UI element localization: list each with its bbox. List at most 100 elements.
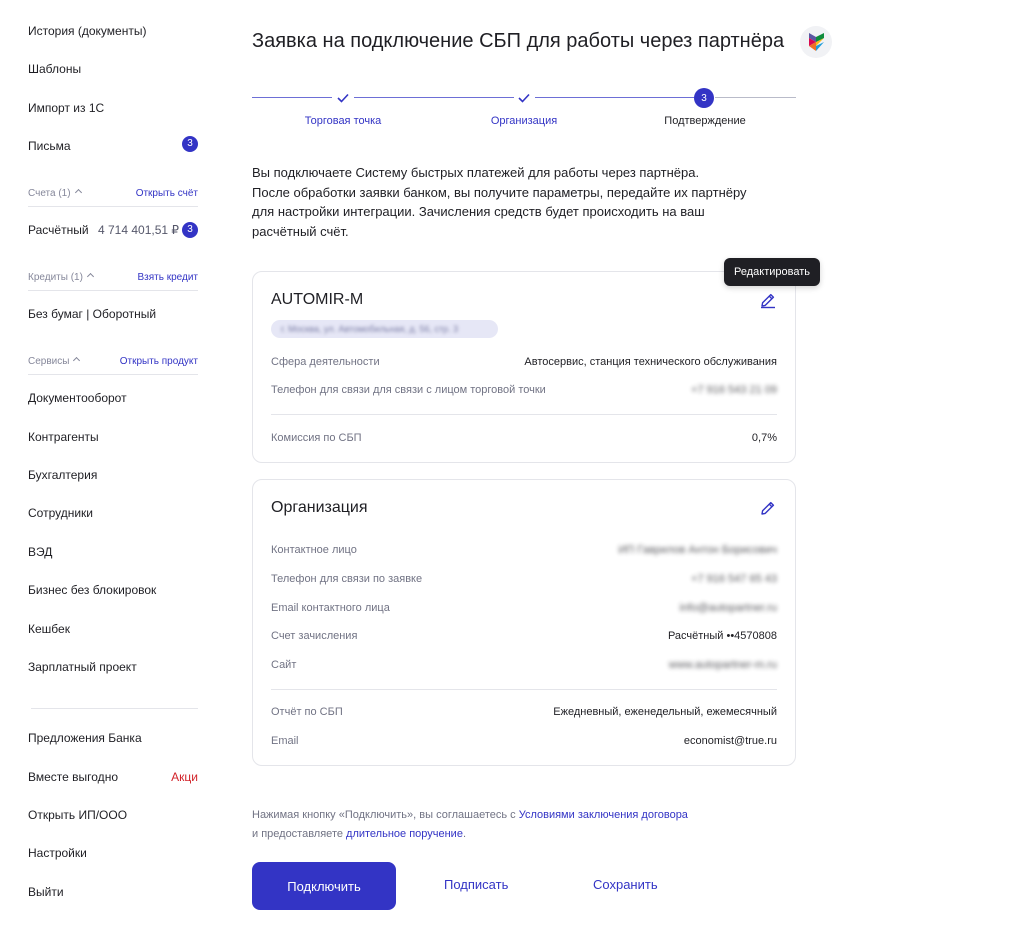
- org-row-report-email: Email economist@true.ru: [271, 733, 777, 749]
- sidebar-item-cashback[interactable]: Кешбек: [28, 621, 198, 637]
- sidebar-item-employees[interactable]: Сотрудники: [28, 505, 198, 521]
- sidebar-item-label: Кешбек: [28, 622, 70, 636]
- store-row-activity: Сфера деятельности Автосервис, станция т…: [271, 354, 777, 370]
- store-row-fee: Комиссия по СБП 0,7%: [271, 430, 777, 446]
- account-balance: 4 714 401,51 ₽: [98, 223, 180, 237]
- organization-title: Организация: [271, 499, 368, 516]
- chevron-up-icon[interactable]: [86, 272, 94, 281]
- field-label: Сфера деятельности: [271, 356, 380, 368]
- stepper-line: [252, 97, 332, 98]
- sign-button[interactable]: Подписать: [444, 877, 508, 892]
- sidebar-item-label: Зарплатный проект: [28, 660, 137, 674]
- open-account-link[interactable]: Открыть счёт: [136, 187, 198, 201]
- sidebar-item-label: Контрагенты: [28, 430, 99, 444]
- sidebar-item-label: Бизнес без блокировок: [28, 583, 157, 597]
- chevron-up-icon[interactable]: [73, 356, 81, 365]
- sidebar-divider: [31, 708, 198, 709]
- sidebar-item-import-1c[interactable]: Импорт из 1С: [28, 100, 198, 116]
- sidebar-item-bank-offers[interactable]: Предложения Банка: [28, 730, 198, 746]
- edit-store-button[interactable]: [759, 291, 777, 309]
- sidebar-item-label: Предложения Банка: [28, 731, 142, 745]
- pencil-icon: [761, 293, 775, 309]
- stepper-line: [354, 97, 514, 98]
- step-confirmation: Подтверждение: [664, 115, 746, 127]
- store-address: г. Москва, ул. Автомобильная, д. 56, стр…: [281, 324, 459, 334]
- page-title: Заявка на подключение СБП для работы чер…: [252, 30, 785, 52]
- org-row-phone: Телефон для связи по заявке +7 916 547 6…: [271, 571, 777, 587]
- sidebar-item-credit[interactable]: Без бумаг | Оборотный: [28, 306, 198, 322]
- stepper: 3 Торговая точка Организация Подтвержден…: [252, 88, 796, 133]
- sidebar-item-label: Импорт из 1С: [28, 101, 105, 115]
- take-credit-link[interactable]: Взять кредит: [137, 271, 198, 285]
- card-divider: [271, 689, 777, 690]
- field-label: Отчёт по СБП: [271, 706, 343, 718]
- edit-organization-button[interactable]: [759, 499, 777, 517]
- credits-section-header: Кредиты (1) Взять кредит: [28, 271, 198, 291]
- open-product-link[interactable]: Открыть продукт: [120, 355, 198, 369]
- org-row-email: Email контактного лица info@autopartner.…: [271, 600, 777, 616]
- sidebar-item-label: Шаблоны: [28, 62, 82, 76]
- sidebar-item-label: Выйти: [28, 885, 64, 899]
- intro-line: расчётный счёт.: [252, 223, 349, 239]
- chevron-up-icon[interactable]: [74, 188, 82, 197]
- credit-label: Без бумаг | Оборотный: [28, 307, 157, 321]
- field-label: Email: [271, 735, 299, 747]
- sidebar-item-history[interactable]: История (документы): [28, 23, 198, 39]
- field-label: Счет зачисления: [271, 630, 358, 642]
- connect-button[interactable]: Подключить: [252, 862, 396, 910]
- edit-tooltip: Редактировать: [724, 258, 820, 286]
- sidebar: История (документы) Шаблоны Импорт из 1С…: [28, 0, 198, 940]
- consent-part: и предоставляете: [252, 828, 347, 840]
- field-value: Автосервис, станция технического обслужи…: [524, 356, 777, 368]
- credits-section-label: Кредиты (1): [28, 272, 83, 283]
- sidebar-item-label: История (документы): [28, 24, 147, 38]
- sidebar-item-docflow[interactable]: Документооборот: [28, 390, 198, 406]
- sidebar-item-account[interactable]: Расчётный 4 714 401,51 ₽ 3: [28, 222, 198, 238]
- field-value: Ежедневный, еженедельный, ежемесячный: [553, 706, 777, 718]
- pencil-icon: [761, 501, 775, 515]
- check-icon: [514, 88, 534, 108]
- save-button[interactable]: Сохранить: [593, 877, 658, 892]
- sidebar-item-letters[interactable]: Письма 3: [28, 136, 198, 154]
- standing-order-link[interactable]: длительное поручение: [346, 828, 463, 840]
- sidebar-item-business-no-blocks[interactable]: Бизнес без блокировок: [28, 582, 198, 598]
- field-label: Телефон для связи для связи с лицом торг…: [271, 384, 546, 396]
- field-value: info@autopartner.ru: [679, 602, 777, 614]
- field-value: +7 916 547 65 43: [691, 573, 777, 585]
- field-label: Телефон для связи по заявке: [271, 573, 423, 585]
- sidebar-item-accounting[interactable]: Бухгалтерия: [28, 467, 198, 483]
- account-label: Расчётный: [28, 223, 89, 237]
- field-label: Комиссия по СБП: [271, 432, 362, 444]
- contract-terms-link[interactable]: Условиями заключения договора: [519, 809, 688, 821]
- sidebar-item-counterparties[interactable]: Контрагенты: [28, 429, 198, 445]
- field-label: Контактное лицо: [271, 544, 357, 556]
- org-row-site: Сайт www.autopartner-m.ru: [271, 657, 777, 673]
- sidebar-item-label: Открыть ИП/ООО: [28, 808, 128, 822]
- step-organization[interactable]: Организация: [491, 115, 557, 127]
- sidebar-item-ved[interactable]: ВЭД: [28, 544, 198, 560]
- services-section-label: Сервисы: [28, 356, 70, 367]
- field-value: www.autopartner-m.ru: [668, 659, 777, 671]
- account-badge: 3: [182, 222, 198, 238]
- stepper-line: [535, 97, 694, 98]
- field-value: economist@true.ru: [683, 735, 777, 747]
- sidebar-item-logout[interactable]: Выйти: [28, 884, 198, 900]
- store-name: AUTOMIR-M: [271, 291, 364, 308]
- sidebar-item-open-ip-ooo[interactable]: Открыть ИП/ООО: [28, 807, 198, 823]
- sidebar-item-label: Вместе выгодно: [28, 770, 118, 784]
- sidebar-item-settings[interactable]: Настройки: [28, 845, 198, 861]
- sidebar-item-templates[interactable]: Шаблоны: [28, 61, 198, 77]
- field-label: Email контактного лица: [271, 602, 390, 614]
- accounts-section-label: Счета (1): [28, 188, 71, 199]
- stepper-line: [715, 97, 796, 98]
- sidebar-item-label: Документооборот: [28, 391, 127, 405]
- sidebar-item-together-profitable[interactable]: Вместе выгодно Акци: [28, 769, 198, 785]
- organization-card: Организация Контактное лицо ИП Гаврилов …: [252, 479, 796, 766]
- step-store[interactable]: Торговая точка: [305, 115, 382, 127]
- promo-tag: Акци: [171, 770, 198, 784]
- card-divider: [271, 414, 777, 415]
- sidebar-item-salary-project[interactable]: Зарплатный проект: [28, 659, 198, 675]
- field-value: +7 916 543 21 09: [691, 384, 777, 396]
- sidebar-item-label: Бухгалтерия: [28, 468, 98, 482]
- consent-part: Нажимая кнопку «Подключить», вы соглашае…: [252, 809, 519, 821]
